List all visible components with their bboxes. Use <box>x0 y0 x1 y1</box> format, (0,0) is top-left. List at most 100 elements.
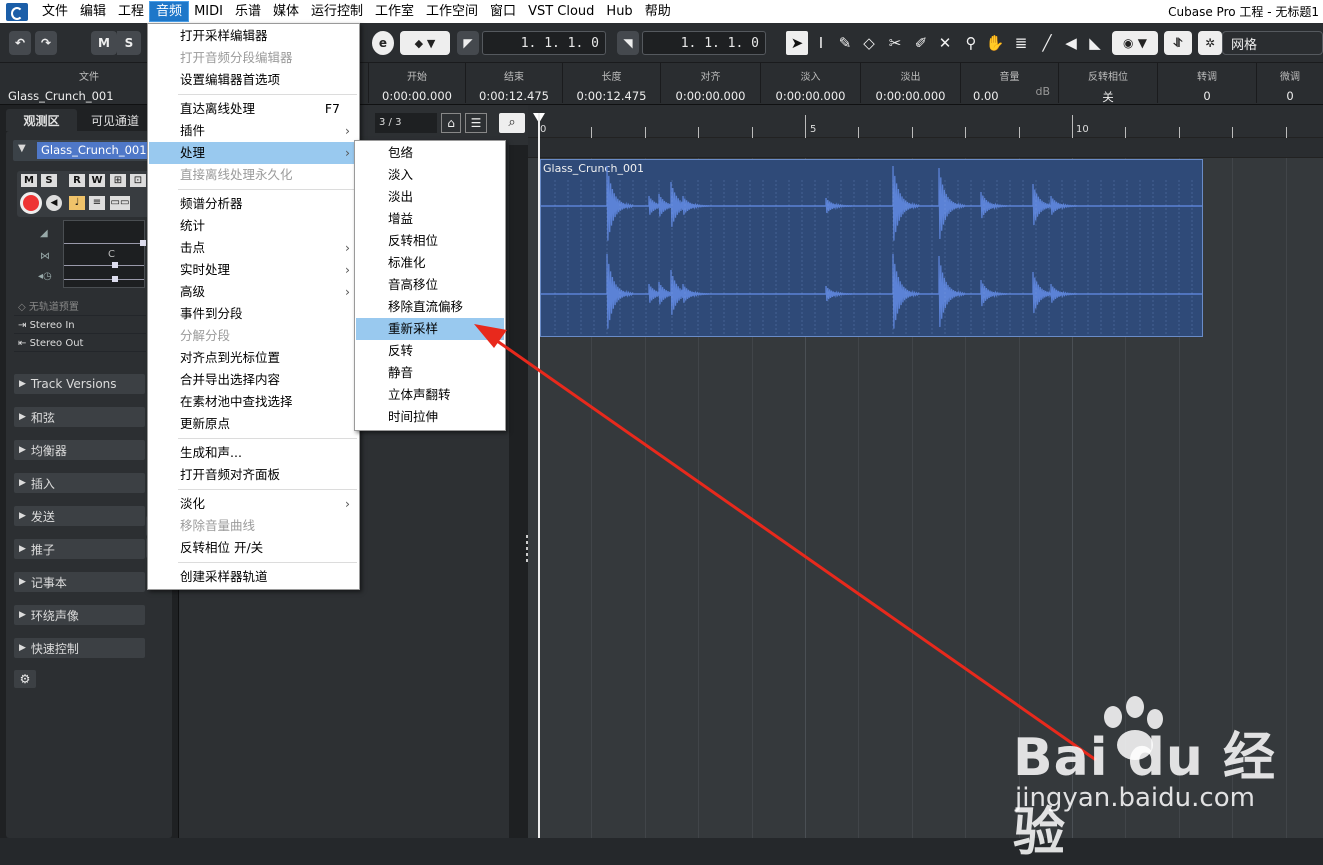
info-value[interactable]: 关 <box>1059 89 1157 105</box>
left-locator-field[interactable]: 1. 1. 1. 0 <box>482 31 606 55</box>
snap-type-icon[interactable]: ✲ <box>1198 31 1222 55</box>
process-menu-item[interactable]: 静音 <box>356 362 504 384</box>
volume-fader[interactable] <box>64 243 144 244</box>
read-automation-button[interactable]: R <box>69 174 85 187</box>
info-value[interactable]: 0:00:00.000 <box>369 89 465 103</box>
constrain-delay-icon[interactable]: e <box>372 31 394 55</box>
lane-icon[interactable]: ≡ <box>89 196 105 210</box>
inspector-section[interactable]: ▶ 发送 <box>14 506 145 526</box>
edit-channel-icon[interactable]: ⊞ <box>110 174 126 187</box>
info-value[interactable]: 0:00:12.475 <box>466 89 562 103</box>
process-menu-item[interactable]: 反转相位 <box>356 230 504 252</box>
glue-tool-icon[interactable]: ✐ <box>910 31 932 55</box>
delay-slider-handle[interactable] <box>112 276 118 282</box>
menu-12[interactable]: Hub <box>600 2 638 21</box>
audio-menu-item[interactable]: 直达离线处理 F7 <box>149 98 358 120</box>
scissors-tool-icon[interactable]: ✂ <box>884 31 906 55</box>
home-icon[interactable]: ⌂ <box>441 113 461 133</box>
process-menu-item[interactable]: 反转 <box>356 340 504 362</box>
inspector-section[interactable]: ▶ 插入 <box>14 473 145 493</box>
locator-left-icon[interactable]: ◤ <box>457 31 479 55</box>
delete-tool-icon[interactable]: ✕ <box>934 31 956 55</box>
audio-menu-item[interactable]: 击点 › <box>149 237 358 259</box>
audio-menu-item[interactable]: 在素材池中查找选择 <box>149 391 358 413</box>
audio-menu-item[interactable]: 生成和声... <box>149 442 358 464</box>
menu-11[interactable]: VST Cloud <box>522 2 600 21</box>
process-menu-item[interactable]: 淡出 <box>356 186 504 208</box>
split-tool-icon[interactable]: ✎ <box>834 31 856 55</box>
process-menu-item[interactable]: 重新采样 <box>356 318 504 340</box>
undo-icon[interactable]: ↶ <box>9 31 31 55</box>
menu-8[interactable]: 工作室 <box>369 2 420 21</box>
tab-inspector[interactable]: 观测区 <box>6 109 77 131</box>
audio-menu-item[interactable]: 合并导出选择内容 <box>149 369 358 391</box>
audio-menu-item[interactable]: 对齐点到光标位置 <box>149 347 358 369</box>
menu-5[interactable]: 乐谱 <box>229 2 267 21</box>
process-menu-item[interactable]: 标准化 <box>356 252 504 274</box>
ruler[interactable] <box>528 105 1323 138</box>
menu-13[interactable]: 帮助 <box>639 2 677 21</box>
audio-menu-item[interactable]: 反转相位 开/关 <box>149 537 358 559</box>
inspector-section[interactable]: ▶ Track Versions <box>14 374 145 394</box>
audio-menu-item[interactable]: 更新原点 <box>149 413 358 435</box>
routing-item[interactable]: ◇ 无轨道预置 <box>14 299 146 316</box>
menu-7[interactable]: 运行控制 <box>305 2 369 21</box>
process-menu-item[interactable]: 包络 <box>356 142 504 164</box>
process-menu-item[interactable]: 增益 <box>356 208 504 230</box>
menu-6[interactable]: 媒体 <box>267 2 305 21</box>
pan-slider[interactable] <box>64 265 144 266</box>
info-value[interactable]: 0:00:00.000 <box>861 89 960 103</box>
mute-button[interactable]: M <box>91 31 117 55</box>
snap-type-select[interactable]: 网格 <box>1222 31 1323 55</box>
process-menu-item[interactable]: 立体声翻转 <box>356 384 504 406</box>
color-picker-button[interactable]: ◉ ▼ <box>1112 31 1158 55</box>
locator-right-icon[interactable]: ◥ <box>617 31 639 55</box>
write-automation-button[interactable]: W <box>89 174 105 187</box>
zoom-tool-icon[interactable]: ⚲ <box>960 31 982 55</box>
menu-2[interactable]: 工程 <box>112 2 150 21</box>
right-locator-field[interactable]: 1. 1. 1. 0 <box>642 31 766 55</box>
track-mute-button[interactable]: M <box>21 174 37 187</box>
range-selection-tool-icon[interactable]: I <box>810 31 832 55</box>
delay-slider[interactable] <box>64 279 144 280</box>
audio-menu-item[interactable]: 插件 › <box>149 120 358 142</box>
info-value[interactable]: 0 <box>1257 89 1323 103</box>
process-menu-item[interactable]: 音高移位 <box>356 274 504 296</box>
speaker-tool-icon[interactable]: ◀ <box>1060 31 1082 55</box>
menu-3[interactable]: 音频 <box>149 1 190 22</box>
menu-9[interactable]: 工作空间 <box>420 2 484 21</box>
process-menu-item[interactable]: 移除直流偏移 <box>356 296 504 318</box>
audio-menu-item[interactable]: 设置编辑器首选项 <box>149 69 358 91</box>
redo-icon[interactable]: ↷ <box>35 31 57 55</box>
collapse-icon[interactable]: ▼ <box>18 143 26 154</box>
process-menu-item[interactable]: 淡入 <box>356 164 504 186</box>
process-menu-item[interactable]: 时间拉伸 <box>356 406 504 428</box>
audio-menu-item[interactable]: 处理 › <box>149 142 358 164</box>
color-tool-icon[interactable]: ◣ <box>1084 31 1106 55</box>
info-value[interactable]: 0:00:00.000 <box>661 89 760 103</box>
channel-config-icon[interactable]: ▭▭ <box>110 196 130 210</box>
tab-visibility[interactable]: 可见通道 <box>78 109 152 131</box>
inspector-settings-icon[interactable]: ⚙ <box>14 670 36 688</box>
line-tool-icon[interactable]: ╱ <box>1036 31 1058 55</box>
audio-event[interactable]: Glass_Crunch_001 <box>540 159 1203 337</box>
snap-toggle-icon[interactable]: ⥯ <box>1164 31 1192 55</box>
inspector-section[interactable]: ▶ 快速控制 <box>14 638 145 658</box>
info-value[interactable]: 0:00:00.000 <box>761 89 860 103</box>
audio-menu-item[interactable]: 打开音频对齐面板 <box>149 464 358 486</box>
info-value[interactable]: 0 <box>1158 89 1256 103</box>
timebase-icon[interactable]: ♩ <box>69 196 85 210</box>
comp-tool-icon[interactable]: ≣ <box>1010 31 1032 55</box>
menu-1[interactable]: 编辑 <box>74 2 112 21</box>
audio-menu-item[interactable]: 淡化 › <box>149 493 358 515</box>
inspector-section[interactable]: ▶ 环绕声像 <box>14 605 145 625</box>
pan-slider-handle[interactable] <box>112 262 118 268</box>
inspector-section[interactable]: ▶ 和弦 <box>14 407 145 427</box>
monitor-icon[interactable]: ◀ <box>46 195 62 211</box>
menu-4[interactable]: MIDI <box>188 2 229 21</box>
track-solo-button[interactable]: S <box>41 174 57 187</box>
hand-tool-icon[interactable]: ✋ <box>984 31 1006 55</box>
menu-10[interactable]: 窗口 <box>484 2 522 21</box>
search-icon[interactable]: ⌕ <box>499 113 525 133</box>
autoscroll-button[interactable]: ◆ ▼ <box>400 31 450 55</box>
